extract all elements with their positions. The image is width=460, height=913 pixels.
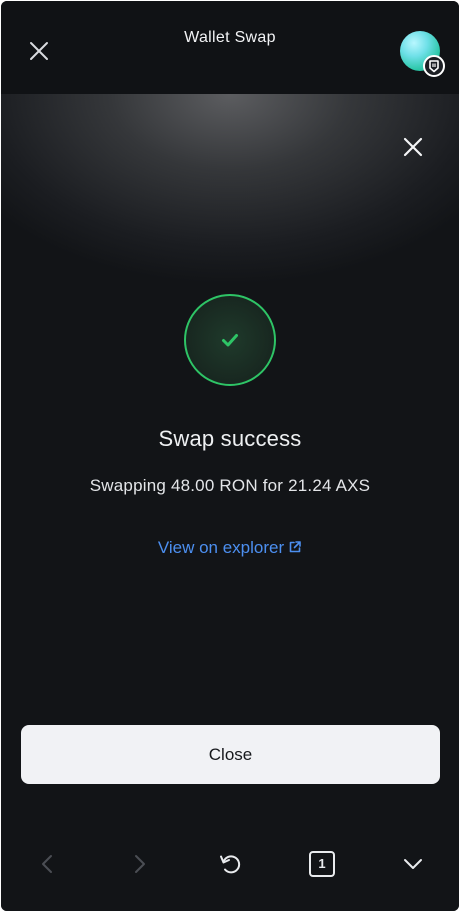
explorer-link-label: View on explorer [157, 538, 285, 557]
chevron-down-icon[interactable] [399, 850, 427, 878]
browser-nav-bar: 1 [1, 823, 459, 903]
header-bar: Wallet Swap [1, 1, 459, 94]
swap-result-panel: Swap success Swapping 48.00 RON for 21.2… [1, 94, 459, 911]
refresh-icon[interactable] [216, 850, 244, 878]
forward-icon[interactable] [125, 850, 153, 878]
shield-badge-icon [423, 55, 445, 77]
result-title: Swap success [158, 426, 302, 451]
app-screen: Wallet Swap Swap success Swapping 48.00 … [1, 1, 459, 911]
page-title: Wallet Swap [184, 29, 276, 46]
view-on-explorer-link[interactable]: View on explorer [1, 538, 459, 558]
checkmark-icon [222, 334, 238, 347]
dismiss-icon[interactable] [399, 133, 427, 161]
swap-summary: Swapping 48.00 RON for 21.24 AXS [89, 476, 371, 495]
close-button[interactable]: Close [21, 725, 440, 784]
external-link-icon [289, 541, 301, 553]
success-status-circle [184, 294, 276, 386]
tab-count-button[interactable]: 1 [309, 851, 335, 877]
back-icon[interactable] [34, 850, 62, 878]
